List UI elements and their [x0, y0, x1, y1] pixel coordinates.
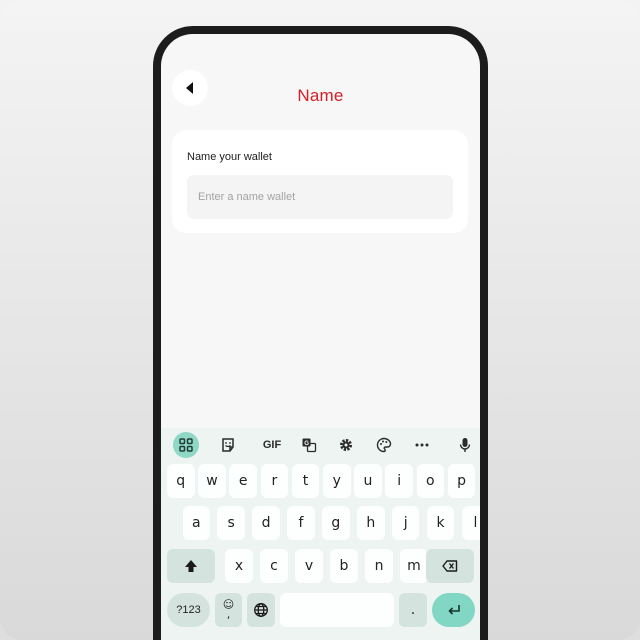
key-o[interactable]: o [416, 464, 445, 498]
key-t[interactable]: t [291, 464, 320, 498]
on-screen-keyboard: GIF G q w e r t y u i o p a s d f g h j … [161, 428, 480, 640]
enter-arrow-icon [448, 605, 460, 615]
key-r[interactable]: r [260, 464, 289, 498]
key-g[interactable]: g [322, 506, 350, 540]
key-l[interactable]: l [461, 506, 480, 540]
key-h[interactable]: h [357, 506, 385, 540]
space-bar[interactable] [280, 593, 394, 627]
gif-button[interactable]: GIF [258, 432, 286, 458]
key-j[interactable]: j [391, 506, 420, 540]
shift-arrow-icon [185, 560, 197, 572]
period-key[interactable]: . [399, 593, 427, 627]
key-c[interactable]: c [260, 549, 288, 583]
key-a[interactable]: a [182, 506, 210, 540]
wallet-name-input[interactable] [187, 175, 453, 219]
key-k[interactable]: k [426, 506, 455, 540]
shift-key[interactable] [167, 549, 215, 583]
wallet-name-card: Name your wallet [172, 130, 468, 233]
keyboard-toolbar: GIF G [161, 428, 480, 460]
translate-icon[interactable]: G [296, 432, 322, 458]
key-n[interactable]: n [365, 549, 393, 583]
settings-gear-icon[interactable] [333, 432, 359, 458]
app-screen: Name Name your wallet Enter a name walle… [161, 34, 480, 640]
key-b[interactable]: b [330, 549, 358, 583]
comma-label: , [226, 608, 231, 621]
theme-palette-icon[interactable] [371, 432, 397, 458]
key-s[interactable]: s [217, 506, 245, 540]
key-x[interactable]: x [225, 549, 253, 583]
backspace-icon [442, 560, 458, 572]
phone-bezel: Name Name your wallet Enter a name walle… [153, 26, 488, 640]
key-d[interactable]: d [252, 506, 280, 540]
page-title: Name [297, 86, 344, 105]
device-backdrop: Name Name your wallet Enter a name walle… [0, 0, 640, 640]
language-key[interactable] [247, 593, 275, 627]
globe-icon [254, 603, 268, 617]
key-p[interactable]: p [447, 464, 476, 498]
emoji-comma-key[interactable]: ☺ , [215, 593, 242, 627]
key-q[interactable]: q [167, 464, 195, 498]
key-y[interactable]: y [323, 464, 351, 498]
backspace-key[interactable] [426, 549, 474, 583]
symbols-key[interactable]: ?123 [167, 593, 210, 627]
key-v[interactable]: v [295, 549, 323, 583]
key-i[interactable]: i [385, 464, 413, 498]
svg-text:G: G [304, 441, 309, 447]
wallet-name-label: Name your wallet [187, 151, 272, 163]
enter-key[interactable] [432, 593, 475, 627]
microphone-icon[interactable] [452, 432, 478, 458]
key-e[interactable]: e [229, 464, 257, 498]
key-w[interactable]: w [198, 464, 226, 498]
apps-grid-icon[interactable] [173, 432, 199, 458]
key-u[interactable]: u [354, 464, 382, 498]
key-m[interactable]: m [400, 549, 428, 583]
sticker-icon[interactable] [215, 432, 241, 458]
more-options-icon[interactable] [409, 432, 435, 458]
key-f[interactable]: f [287, 506, 315, 540]
